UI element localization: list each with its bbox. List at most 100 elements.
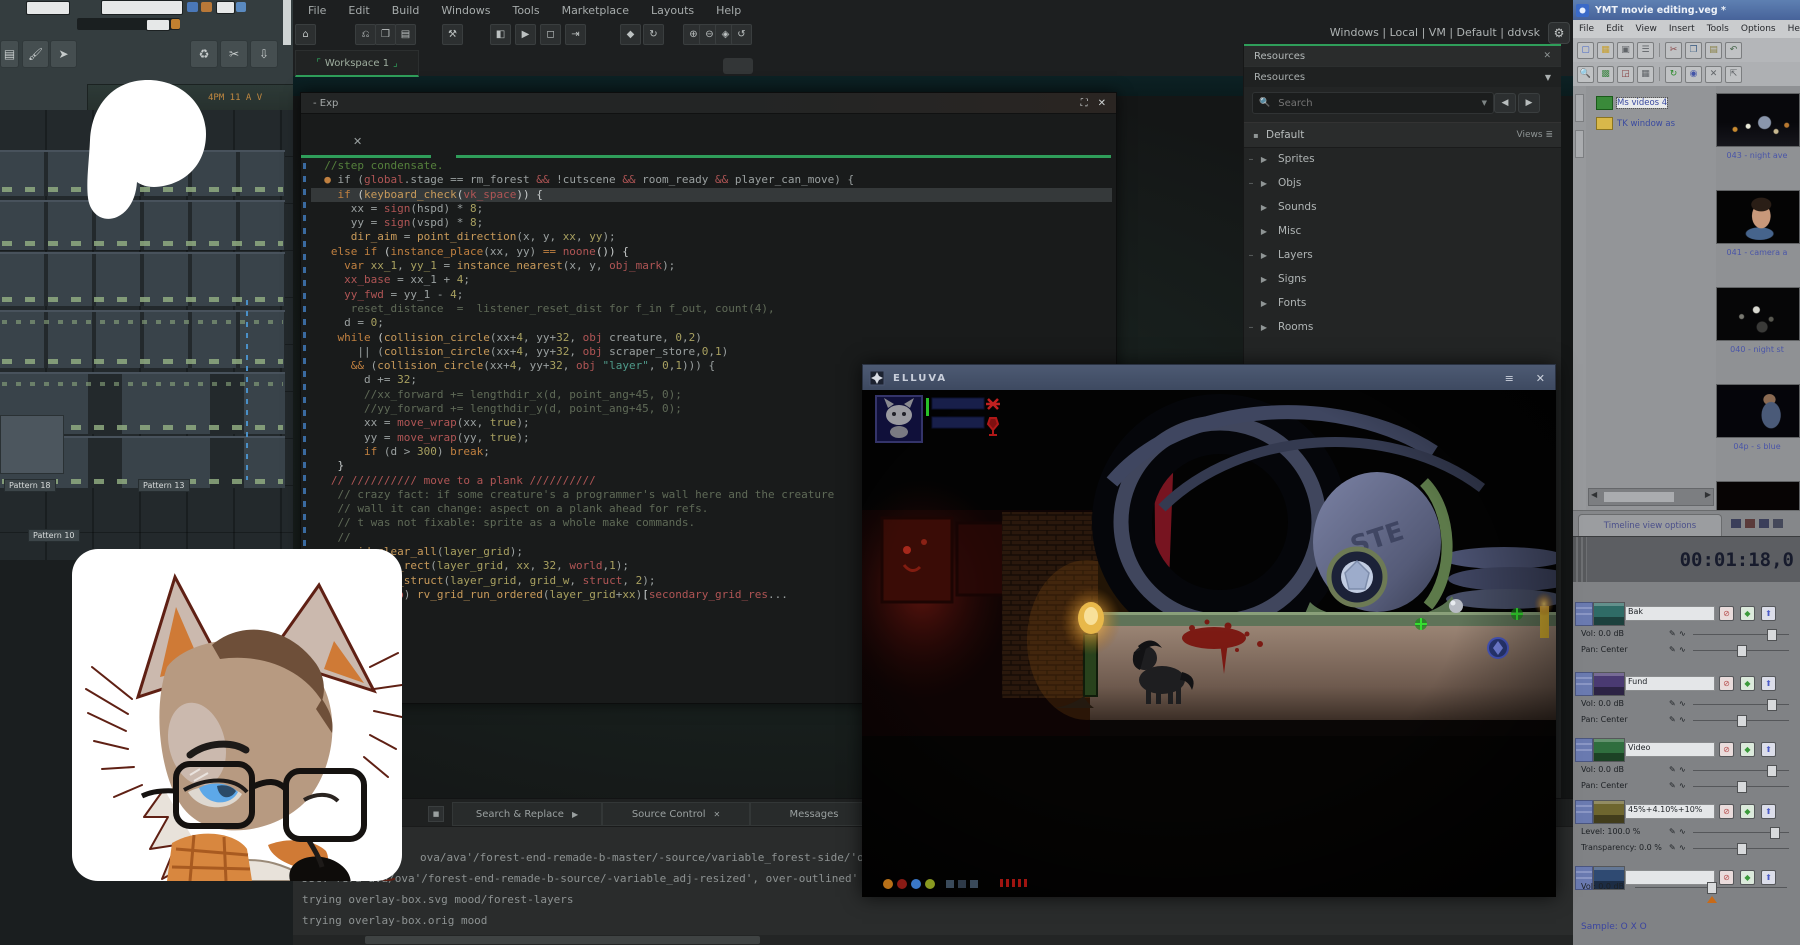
chevron-right-icon[interactable]: ▪	[1250, 131, 1262, 140]
maximize-icon[interactable]: ⛶	[1081, 98, 1088, 109]
fl-cycle-button[interactable]: ♻	[190, 40, 218, 68]
param-slider[interactable]	[1693, 848, 1789, 849]
code-window-titlebar[interactable]: - Exp ⛶ ✕	[301, 93, 1116, 114]
menu-windows[interactable]: Windows	[430, 2, 501, 19]
tab-affix-icon[interactable]: ✕	[713, 810, 720, 819]
chevron-right-icon[interactable]: ▶	[1258, 251, 1270, 260]
menu-layouts[interactable]: Layouts	[640, 2, 705, 19]
close-icon[interactable]: ✕	[1543, 51, 1551, 61]
slider-handle[interactable]	[1707, 882, 1717, 894]
media-thumbnail[interactable]	[1716, 287, 1800, 341]
mute-icon[interactable]: ⊘	[1719, 606, 1734, 621]
search-box[interactable]: 🔍 ▼	[1252, 92, 1494, 114]
media-thumbnail[interactable]	[1716, 190, 1800, 244]
envelope-icon[interactable]: ∿	[1679, 629, 1686, 638]
param-slider[interactable]	[1693, 634, 1789, 635]
code-line[interactable]: xx = sign(hspd) * 8;	[311, 202, 1112, 216]
envelope-icon[interactable]: ∿	[1679, 765, 1686, 774]
next-button[interactable]: ▶	[1518, 93, 1540, 113]
code-line[interactable]: reset_distance = listener_reset_dist for…	[311, 302, 1112, 316]
vx-hscrollbar[interactable]: ◀ ▶	[1588, 488, 1714, 506]
fx-icon[interactable]: ⬆	[1761, 742, 1776, 757]
tree-item-layers[interactable]: –▶Layers	[1244, 244, 1561, 266]
minimize-icon[interactable]: ≡	[1505, 372, 1514, 385]
code-line[interactable]: d = 0;	[311, 316, 1112, 330]
gm-target-bar[interactable]: Windows | Local | VM | Default | ddvsk	[1290, 26, 1540, 39]
mute-icon[interactable]: ⊘	[1719, 804, 1734, 819]
back-icon[interactable]: ⎌	[355, 24, 376, 45]
code-line[interactable]: xx_base = xx_1 + 4;	[311, 273, 1112, 287]
track-name-field[interactable]: Video	[1625, 742, 1715, 757]
panel-section-header[interactable]: Resources ▼	[1244, 66, 1561, 87]
code-line[interactable]: var xx_1, yy_1 = instance_nearest(x, y, …	[311, 259, 1112, 273]
undo-icon[interactable]: ↶	[1725, 42, 1742, 59]
close-icon[interactable]: ✕	[1098, 98, 1106, 109]
code-line[interactable]: //step condensate.	[311, 159, 1112, 173]
vx-menu-view[interactable]: View	[1630, 24, 1663, 34]
fx-icon[interactable]: ⬆	[1761, 606, 1776, 621]
envelope-icon[interactable]: ∿	[1679, 699, 1686, 708]
home-icon[interactable]: ⌂	[295, 24, 316, 45]
properties-icon[interactable]: ☰	[1637, 42, 1654, 59]
fx-icon[interactable]: ⬆	[1761, 804, 1776, 819]
view-options[interactable]: Views ≣	[1517, 130, 1553, 140]
paste-icon[interactable]: ▤	[1705, 42, 1722, 59]
vx-dock-strip[interactable]	[1573, 86, 1587, 510]
track-name-field[interactable]: Bak	[1625, 606, 1715, 621]
param-slider[interactable]	[1693, 770, 1789, 771]
slider-handle[interactable]	[1767, 699, 1777, 711]
fl-clip-row[interactable]	[0, 252, 285, 306]
chevron-right-icon[interactable]: ▶	[1258, 203, 1270, 212]
menu-help[interactable]: Help	[705, 2, 752, 19]
param-slider[interactable]	[1693, 704, 1789, 705]
solo-icon[interactable]: ◆	[1740, 606, 1755, 621]
fl-playhead[interactable]	[246, 300, 248, 480]
mute-icon[interactable]: ⊘	[1719, 676, 1734, 691]
envelope-icon[interactable]: ∿	[1679, 843, 1686, 852]
paste-icon[interactable]: ▤	[395, 24, 416, 45]
pen-icon[interactable]: ✎	[1669, 765, 1676, 774]
drag-grip[interactable]	[1573, 537, 1587, 583]
tree-item-sounds[interactable]: ▶Sounds	[1244, 196, 1561, 218]
chevron-right-icon[interactable]: ▶	[1258, 299, 1270, 308]
code-line[interactable]: || (collision_circle(xx+4, yy+32, obj sc…	[311, 345, 1112, 359]
tree-item-fonts[interactable]: ▶Fonts	[1244, 292, 1561, 314]
copy-icon[interactable]: ❐	[375, 24, 396, 45]
prev-button[interactable]: ◀	[1494, 93, 1516, 113]
chevron-right-icon[interactable]: ▶	[1258, 179, 1270, 188]
close-icon[interactable]: ✕	[1536, 372, 1545, 385]
slider-handle[interactable]	[1767, 765, 1777, 777]
tree-item-sprites[interactable]: –▶Sprites	[1244, 148, 1561, 170]
stop-icon[interactable]: ◻	[540, 24, 561, 45]
fx-icon[interactable]: ⬆	[1761, 676, 1776, 691]
tab-affix-icon[interactable]: ▶	[572, 810, 578, 819]
chevron-right-icon[interactable]: ▶	[1258, 227, 1270, 236]
game-viewport[interactable]: STE	[862, 390, 1556, 897]
sync-icon[interactable]: ↻	[1665, 66, 1682, 83]
stop-icon[interactable]: ■	[428, 806, 444, 822]
code-line[interactable]: if (keyboard_check(vk_space)) {	[311, 188, 1112, 202]
fl-clip-label[interactable]: Pattern 13	[138, 479, 190, 492]
bottom-tab-messages[interactable]: Messages	[750, 802, 878, 826]
slider-handle[interactable]	[1737, 715, 1747, 727]
slider-handle[interactable]	[1737, 781, 1747, 793]
envelope-icon[interactable]: ∿	[1679, 827, 1686, 836]
code-line[interactable]: ● if (global.stage == rm_forest && !cuts…	[311, 173, 1112, 187]
panel-tab-resources[interactable]: Resources ✕	[1244, 44, 1561, 66]
world-icon[interactable]: ◉	[1685, 66, 1702, 83]
param-slider[interactable]	[1693, 720, 1789, 721]
pen-icon[interactable]: ✎	[1669, 715, 1676, 724]
vx-menu-tools[interactable]: Tools	[1701, 24, 1735, 34]
chevron-right-icon[interactable]: ▶	[1258, 323, 1270, 332]
cut-icon[interactable]: ✂	[1665, 42, 1682, 59]
vx-dock-icons[interactable]	[1731, 519, 1783, 528]
drag-grip[interactable]	[1575, 800, 1593, 824]
drag-grip[interactable]	[1575, 602, 1593, 626]
solo-icon[interactable]: ◆	[1740, 804, 1755, 819]
pen-icon[interactable]: ✎	[1669, 827, 1676, 836]
code-line[interactable]: dir_aim = point_direction(x, y, xx, yy);	[311, 230, 1112, 244]
master-slider[interactable]	[1635, 887, 1787, 888]
pen-icon[interactable]: ✎	[1669, 843, 1676, 852]
fl-selected-clip[interactable]	[0, 415, 64, 474]
pen-icon[interactable]: ✎	[1669, 699, 1676, 708]
